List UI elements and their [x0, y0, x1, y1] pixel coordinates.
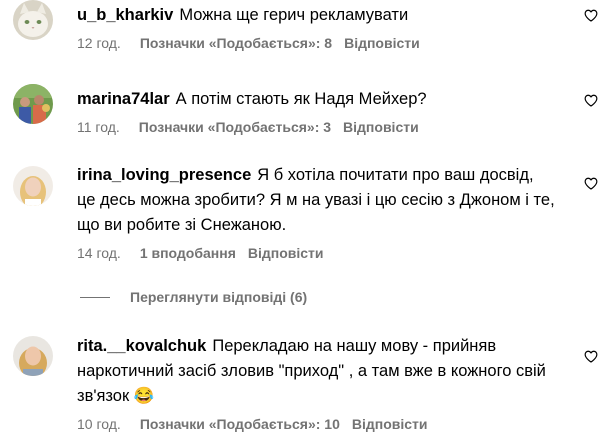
reply-button[interactable]: Відповісти: [343, 118, 419, 136]
likes-count-link[interactable]: Позначки «Подобається»: 8: [140, 34, 332, 52]
comment-body: Можна ще герич рекламувати: [179, 6, 409, 24]
comment-meta: 12 год. Позначки «Подобається»: 8 Відповіс…: [77, 34, 567, 52]
portrait-avatar-image: [13, 336, 53, 376]
avatar[interactable]: [13, 0, 53, 40]
reply-button[interactable]: Відповісти: [344, 34, 420, 52]
cat-avatar-image: [13, 0, 53, 40]
heart-outline-icon[interactable]: [584, 94, 598, 107]
comment-item: rita.__kovalchuk Перекладаю на нашу мову …: [0, 336, 613, 436]
avatar[interactable]: [13, 336, 53, 376]
view-replies-button[interactable]: Переглянути відповіді (6): [80, 288, 307, 306]
comment-meta: 11 год. Позначки «Подобається»: 3 Відповіс…: [77, 118, 567, 136]
comment-body: А потім стають як Надя Мейхер?: [175, 90, 427, 108]
comment-time[interactable]: 12 год.: [77, 34, 121, 52]
comment-time[interactable]: 10 год.: [77, 415, 121, 433]
reply-button[interactable]: Відповісти: [352, 415, 428, 433]
comment-item: u_b_kharkiv Можна ще герич рекламувати 12…: [0, 0, 613, 60]
group-photo-avatar-image: [13, 84, 53, 124]
laughing-emoji: 😂: [133, 387, 155, 405]
comment-text: rita.__kovalchuk Перекладаю на нашу мову …: [77, 334, 547, 409]
comments-list: u_b_kharkiv Можна ще герич рекламувати 12…: [0, 0, 613, 445]
view-replies-label: Переглянути відповіді (6): [130, 289, 308, 305]
portrait-avatar-image: [13, 166, 53, 206]
likes-count-link[interactable]: Позначки «Подобається»: 10: [140, 415, 340, 433]
comment-username[interactable]: irina_loving_presence: [77, 166, 251, 184]
comment-text: marina74lar А потім стають як Надя Мейхер…: [77, 87, 567, 112]
avatar[interactable]: [13, 166, 53, 206]
likes-count-link[interactable]: Позначки «Подобається»: 3: [139, 118, 331, 136]
reply-button[interactable]: Відповісти: [248, 244, 324, 262]
avatar[interactable]: [13, 84, 53, 124]
heart-outline-icon[interactable]: [584, 9, 598, 22]
comment-item: irina_loving_presence Я б хотіла почитати…: [0, 166, 613, 266]
comment-meta: 10 год. Позначки «Подобається»: 10 Відпові…: [77, 415, 547, 433]
heart-outline-icon[interactable]: [584, 177, 598, 190]
comment-time[interactable]: 14 год.: [77, 244, 121, 262]
comment-text: u_b_kharkiv Можна ще герич рекламувати: [77, 3, 567, 28]
comment-text: irina_loving_presence Я б хотіла почитати…: [77, 163, 555, 238]
comment-time[interactable]: 11 год.: [77, 118, 120, 136]
view-replies-divider: [80, 296, 110, 298]
comment-username[interactable]: u_b_kharkiv: [77, 6, 173, 24]
comment-meta: 14 год. 1 вподобання Відповісти: [77, 244, 555, 262]
likes-count-link[interactable]: 1 вподобання: [140, 244, 236, 262]
comment-item: marina74lar А потім стають як Надя Мейхер…: [0, 84, 613, 144]
comment-username[interactable]: marina74lar: [77, 90, 170, 108]
heart-outline-icon[interactable]: [584, 350, 598, 363]
comment-username[interactable]: rita.__kovalchuk: [77, 337, 206, 355]
